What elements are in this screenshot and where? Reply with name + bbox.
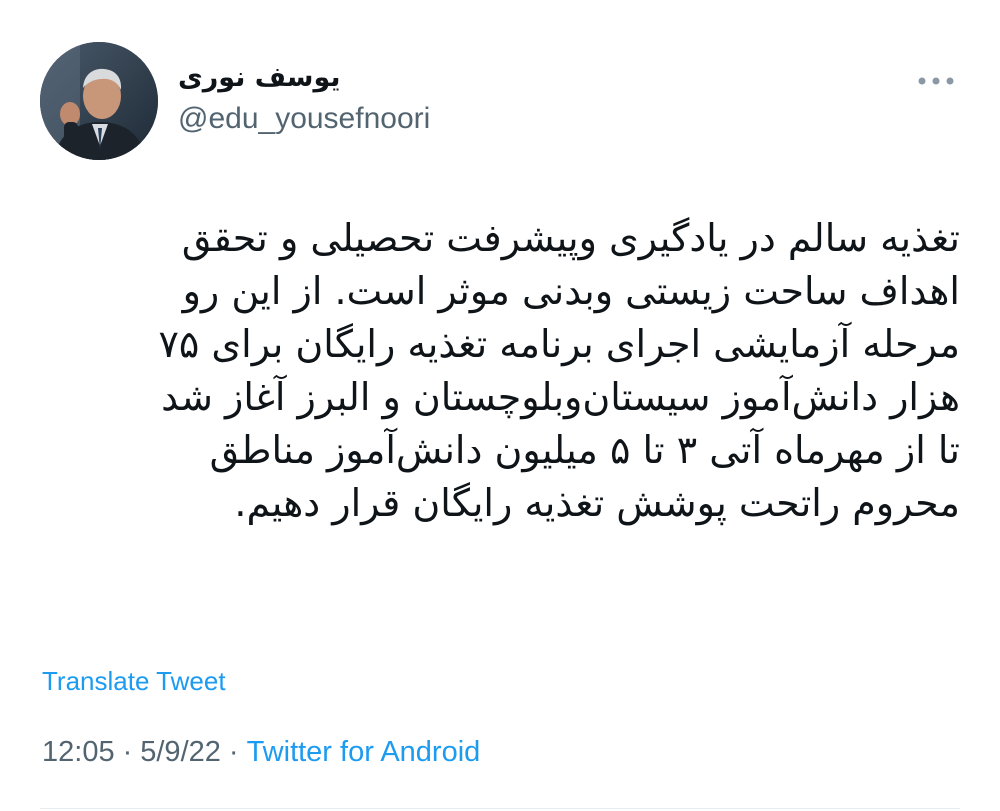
avatar-image: [40, 42, 158, 160]
tweet-text-line: تغذیه سالم در یادگیری وپیشرفت تحصیلی و ت…: [181, 216, 960, 260]
tweet-text: تغذیه سالم در یادگیری وپیشرفت تحصیلی و ت…: [30, 212, 960, 530]
tweet-metadata: 12:05 · 5/9/22 · Twitter for Android: [42, 732, 480, 772]
tweet-text-line: هزار دانش‌آموز سیستان‌وبلوچستان و البرز …: [161, 375, 960, 419]
tweet-text-line: اهداف ساحت زیستی وبدنی موثر است. از این …: [182, 269, 960, 313]
display-name[interactable]: یوسف نوری: [178, 60, 341, 96]
tweet-time[interactable]: 12:05: [42, 736, 115, 768]
tweet-source-link[interactable]: Twitter for Android: [247, 736, 481, 768]
tweet-date[interactable]: 5/9/22: [140, 736, 221, 768]
user-handle[interactable]: @edu_yousefnoori: [178, 100, 430, 138]
tweet-text-line: محروم راتحت پوشش تغذیه رایگان قرار دهیم.: [234, 481, 960, 525]
more-options-button[interactable]: [912, 66, 960, 96]
avatar[interactable]: [40, 42, 158, 160]
tweet-text-line: تا از مهرماه آتی ۳ تا ۵ میلیون دانش‌آموز…: [209, 428, 960, 472]
meta-separator: ·: [228, 736, 239, 768]
meta-separator: ·: [122, 736, 133, 768]
tweet: یوسف نوری @edu_yousefnoori تغذیه سالم در…: [0, 0, 1000, 811]
more-horizontal-icon: [918, 77, 954, 85]
divider: [40, 808, 960, 809]
tweet-text-line: مرحله آزمایشی اجرای برنامه تغذیه رایگان …: [158, 322, 960, 366]
user-info: یوسف نوری @edu_yousefnoori: [178, 60, 778, 138]
translate-tweet-link[interactable]: Translate Tweet: [42, 664, 226, 698]
